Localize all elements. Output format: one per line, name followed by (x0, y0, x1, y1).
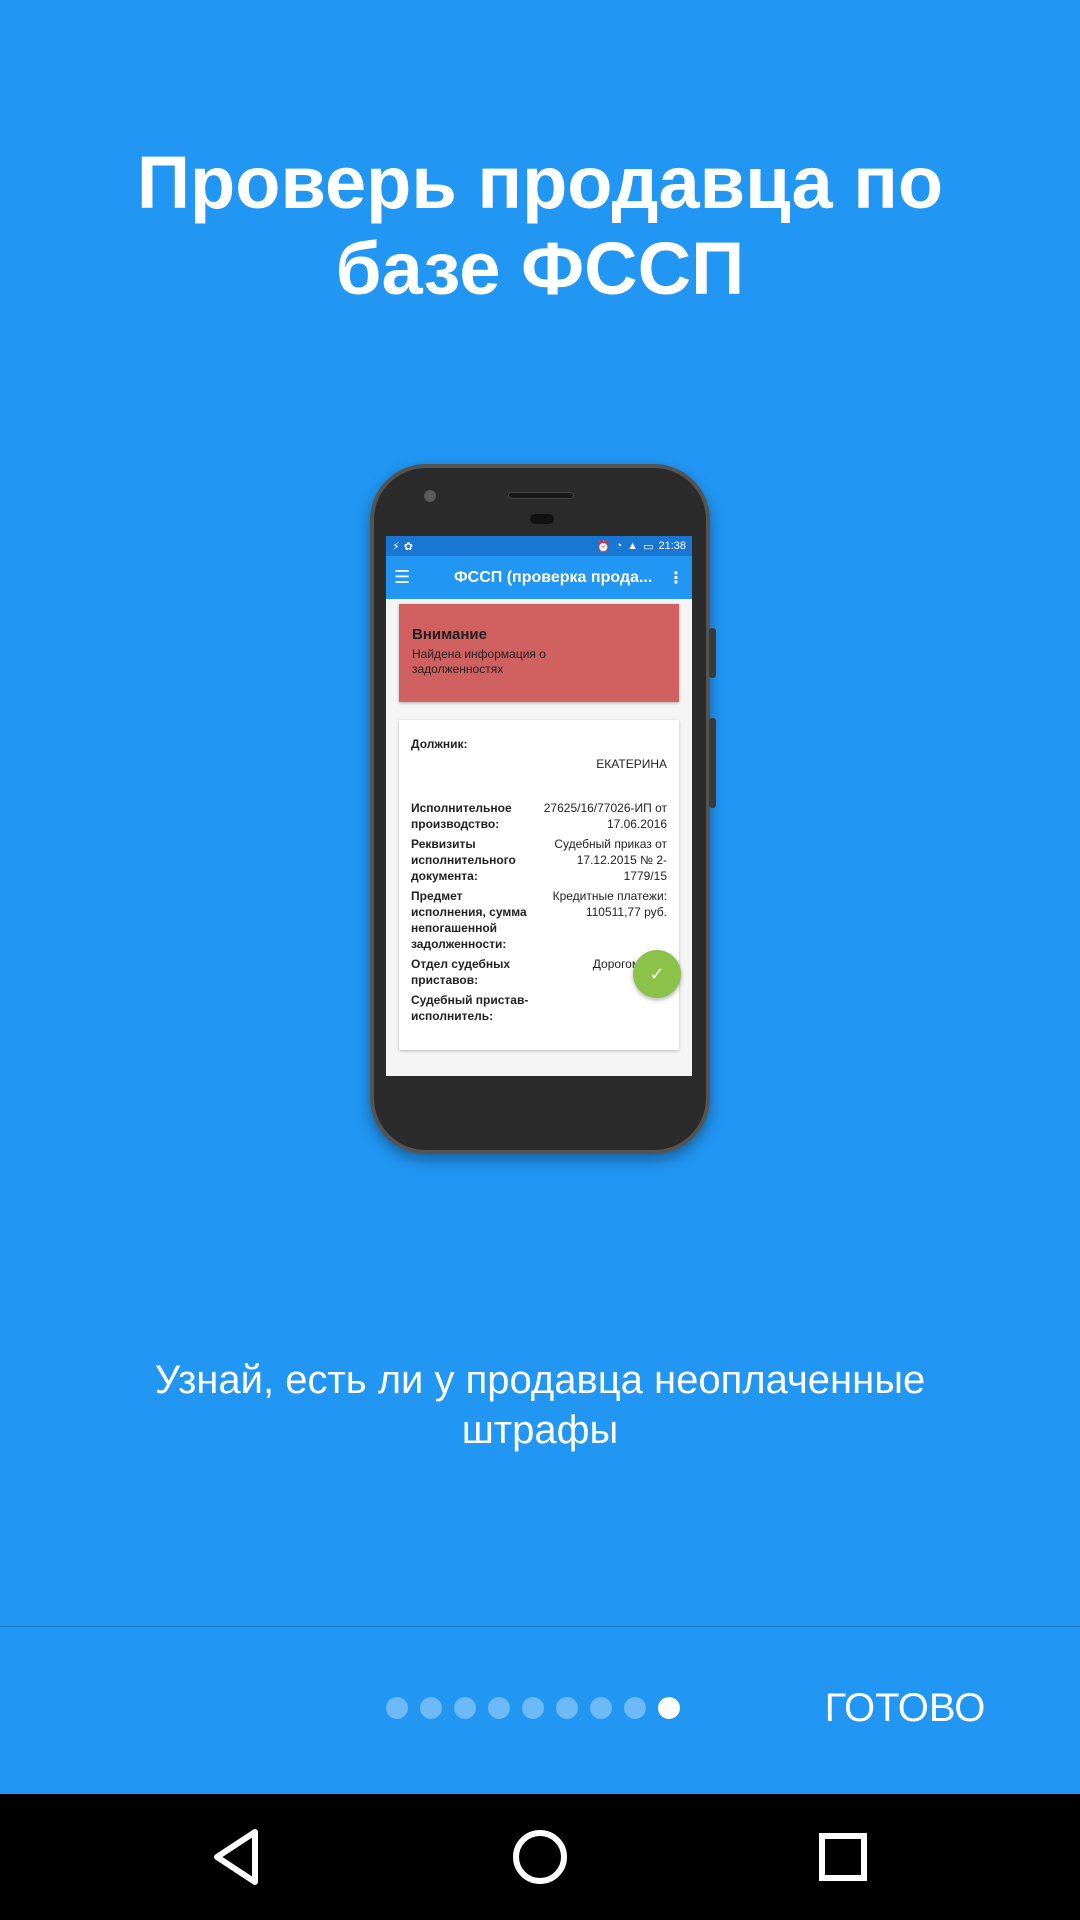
back-icon[interactable] (205, 1824, 271, 1890)
phone-camera (424, 490, 436, 502)
alarm-icon: ⏰ (596, 540, 611, 553)
page-dot (454, 1697, 476, 1719)
phone-sensor (530, 514, 554, 524)
phone-speaker (508, 492, 574, 499)
signal-icon: ▲ (627, 540, 639, 552)
check-fab-icon: ✓ (633, 950, 681, 998)
mockup-row-key: Предмет исполнения, сумма непогашенной з… (411, 889, 527, 951)
page-title: Проверь продавца по базе ФССП (136, 141, 944, 310)
mockup-details-card: Должник: ЕКАТЕРИНА Исполнительное произв… (399, 720, 681, 1050)
page-dot (420, 1697, 442, 1719)
mockup-alert-heading: Внимание (412, 626, 487, 643)
page-dot (624, 1697, 646, 1719)
bottom-divider (0, 1626, 1080, 1627)
mockup-row-key: Реквизиты исполнительного документа: (411, 837, 516, 883)
phone-mockup-image: ⚡✿ ⏰ ◔ ▲ ▭ 21:38 ☰ ФССП (проверка прода.… (370, 464, 716, 1154)
page-dot (556, 1697, 578, 1719)
mockup-row-value: Кредитные платежи: 110511,77 руб. (552, 889, 667, 919)
mockup-row: Реквизиты исполнительного документа: Суд… (411, 836, 667, 884)
mockup-status-bar: ⚡✿ ⏰ ◔ ▲ ▭ 21:38 (386, 536, 692, 556)
mockup-alert-card: Внимание Найдена информация о задолженно… (399, 604, 679, 702)
mockup-row-key (411, 756, 531, 772)
phone-side-button (709, 628, 716, 678)
mockup-row-value (537, 992, 667, 1024)
mockup-row-key: Исполнительное производство: (411, 801, 512, 831)
home-icon[interactable] (507, 1824, 573, 1890)
mockup-status-time: 21:38 (658, 540, 686, 552)
mockup-row: Отдел судебных приставов: Дорогомилов (411, 956, 667, 988)
page-dot (522, 1697, 544, 1719)
battery-icon: ▭ (643, 540, 654, 553)
page-dot (386, 1697, 408, 1719)
mockup-row: Исполнительное производство: 27625/16/77… (411, 800, 667, 832)
hamburger-menu-icon: ☰ (394, 567, 411, 587)
page-dot-active (658, 1697, 680, 1719)
page-dot (590, 1697, 612, 1719)
mockup-alert-text: Найдена информация о задолженностях (412, 647, 546, 676)
mockup-app-bar: ☰ ФССП (проверка прода... ⋮ (386, 556, 692, 599)
mockup-row-value: ЕКАТЕРИНА (596, 757, 667, 771)
mockup-row-key: Отдел судебных приставов: (411, 957, 511, 987)
usb-icon: ⚡✿ (392, 540, 417, 553)
mockup-app-title: ФССП (проверка прода... (454, 568, 653, 586)
done-button[interactable]: ГОТОВО (820, 1680, 990, 1736)
mockup-row-key: Судебный пристав-исполнитель: (411, 993, 529, 1023)
page-indicator (386, 1697, 680, 1719)
more-vert-icon: ⋮ (668, 569, 684, 587)
mockup-row: ЕКАТЕРИНА (411, 756, 667, 772)
mockup-row-value: 27625/16/77026-ИП от 17.06.2016 (543, 801, 667, 831)
mockup-row-value (537, 736, 667, 752)
page-dot (488, 1697, 510, 1719)
system-nav-bar (0, 1794, 1080, 1920)
phone-screen: ⚡✿ ⏰ ◔ ▲ ▭ 21:38 ☰ ФССП (проверка прода.… (386, 536, 692, 1076)
wifi-icon: ◔ (615, 540, 623, 552)
mockup-row-value: Судебный приказ от 17.12.2015 № 2-1779/1… (554, 837, 667, 883)
mockup-row: Предмет исполнения, сумма непогашенной з… (411, 888, 667, 952)
page-subtitle: Узнай, есть ли у продавца неоплаченные ш… (154, 1358, 926, 1452)
phone-volume-button (709, 718, 716, 808)
mockup-row-key: Должник: (411, 737, 468, 751)
mockup-row: Судебный пристав-исполнитель: (411, 992, 667, 1024)
recents-icon[interactable] (810, 1824, 876, 1890)
mockup-row: Должник: (411, 736, 667, 752)
